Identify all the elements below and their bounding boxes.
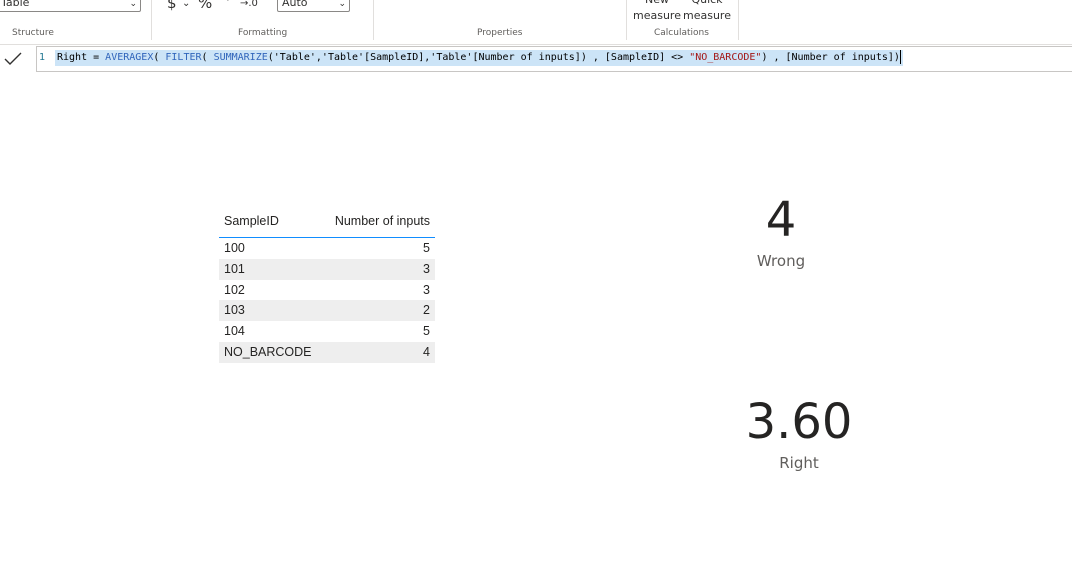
cell-number-of-inputs: 3 — [423, 282, 430, 297]
ribbon-separator — [738, 0, 739, 40]
cell-sampleid: 100 — [224, 241, 245, 255]
card-label: Wrong — [756, 252, 806, 270]
decimal-places-value: Auto — [282, 0, 308, 9]
group-label-formatting: Formatting — [238, 28, 288, 38]
chevron-down-icon[interactable]: ⌄ — [182, 0, 190, 9]
card-right[interactable]: 3.60 Right — [729, 398, 869, 472]
card-wrong[interactable]: 4 Wrong — [731, 196, 831, 270]
formula-token: Right = — [57, 52, 106, 63]
cell-number-of-inputs: 3 — [423, 261, 430, 276]
ribbon-separator — [373, 0, 374, 40]
dollar-icon[interactable]: $ — [167, 0, 177, 12]
table-visual[interactable]: SampleID Number of inputs 100 5 101 3 102 3 10… — [219, 210, 435, 363]
formula-token: ( — [153, 52, 166, 63]
new-measure-button[interactable]: New measure — [633, 0, 681, 24]
quick-measure-label-line2: measure — [683, 9, 731, 22]
table-row[interactable]: 103 2 — [219, 300, 435, 322]
table-row[interactable]: 101 3 — [219, 258, 435, 280]
cell-number-of-inputs: 2 — [423, 303, 430, 318]
cell-sampleid: 104 — [224, 324, 245, 339]
group-label-properties: Properties — [477, 28, 523, 38]
formula-text[interactable]: Right = AVERAGEX( FILTER( SUMMARIZE('Tab… — [55, 50, 903, 66]
cell-sampleid: 102 — [224, 282, 245, 297]
table-row[interactable]: 100 5 — [219, 238, 435, 259]
line-number: 1 — [39, 52, 46, 63]
formula-token: ( — [201, 52, 214, 63]
cell-number-of-inputs: 5 — [423, 324, 430, 339]
text-cursor — [899, 50, 901, 64]
ribbon-separator — [626, 0, 627, 40]
formula-token: "NO_BARCODE" — [689, 52, 762, 63]
card-value: 4 — [765, 192, 797, 248]
table-body: 100 5 101 3 102 3 103 2 104 5 NO_BARCODE 4 — [219, 238, 435, 363]
table-header-row: SampleID Number of inputs — [219, 210, 435, 238]
ribbon-separator — [151, 0, 152, 40]
decimal-places-select[interactable]: Auto ⌄ — [277, 0, 350, 12]
group-label-calculations: Calculations — [654, 28, 709, 38]
ribbon: Table ⌄ Structure $ ⌄ % ʼ →.0 Auto ⌄ For… — [0, 0, 1072, 45]
new-measure-label-line2: measure — [633, 9, 681, 22]
cell-sampleid: 101 — [224, 261, 245, 276]
table-row[interactable]: 104 5 — [219, 321, 435, 342]
comma-style-icon[interactable]: ʼ — [226, 0, 231, 12]
cell-number-of-inputs: 5 — [423, 241, 430, 255]
formula-bar: 1 Right = AVERAGEX( FILTER( SUMMARIZE('T… — [0, 45, 1072, 73]
checkmark-icon[interactable] — [2, 49, 24, 69]
card-value: 3.60 — [745, 394, 853, 450]
cell-number-of-inputs: 4 — [423, 344, 430, 359]
formula-token: ) , [Number of inputs]) — [761, 52, 900, 63]
column-header-number-of-inputs[interactable]: Number of inputs — [335, 214, 430, 228]
cell-sampleid: 103 — [224, 303, 245, 318]
group-label-structure: Structure — [12, 28, 54, 38]
formula-token: SUMMARIZE — [213, 52, 268, 63]
chevron-down-icon: ⌄ — [129, 0, 137, 9]
quick-measure-label-line1: Quick — [683, 0, 731, 8]
formula-token: FILTER — [165, 52, 202, 63]
decimal-icon[interactable]: →.0 — [240, 0, 258, 9]
formula-token: ('Table','Table'[SampleID],'Table'[Numbe… — [267, 52, 690, 63]
cell-sampleid: NO_BARCODE — [224, 344, 312, 359]
table-row[interactable]: NO_BARCODE 4 — [219, 341, 435, 363]
column-header-sampleid[interactable]: SampleID — [224, 214, 279, 228]
table-row[interactable]: 102 3 — [219, 280, 435, 301]
card-label: Right — [779, 454, 819, 472]
chevron-down-icon: ⌄ — [338, 0, 346, 9]
data-type-select[interactable]: Table ⌄ — [0, 0, 141, 12]
percent-icon[interactable]: % — [198, 0, 212, 12]
formula-token: AVERAGEX — [105, 52, 154, 63]
new-measure-label-line1: New — [633, 0, 681, 8]
quick-measure-button[interactable]: Quick measure — [683, 0, 731, 24]
data-type-value: Table — [1, 0, 30, 9]
dax-formula-editor[interactable]: 1 Right = AVERAGEX( FILTER( SUMMARIZE('T… — [36, 46, 1072, 72]
